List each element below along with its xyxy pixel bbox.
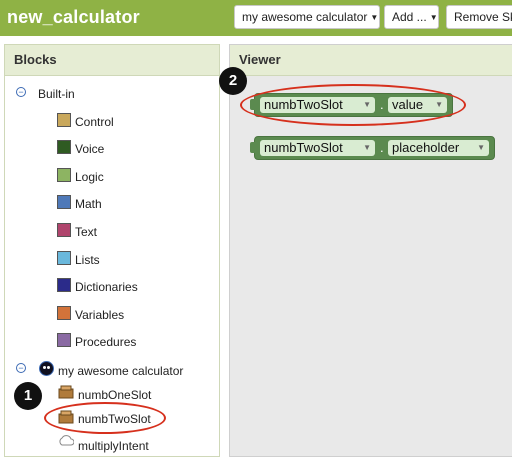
category-label: Dictionaries bbox=[75, 280, 138, 294]
chevron-down-icon: ▼ bbox=[370, 13, 379, 22]
textbox-component-icon bbox=[58, 385, 74, 399]
screen-select-label: my awesome calculator bbox=[242, 10, 368, 24]
property-getter-block[interactable]: numbTwoSlot ▼ . placeholder ▼ bbox=[250, 136, 495, 160]
chevron-down-icon: ▼ bbox=[435, 100, 443, 109]
component-dropdown[interactable]: numbTwoSlot ▼ bbox=[260, 97, 375, 113]
dictionaries-color-swatch bbox=[57, 278, 71, 292]
remove-button-label: Remove Ski bbox=[454, 10, 512, 24]
variables-color-swatch bbox=[57, 306, 71, 320]
add-button-label: Add ... bbox=[392, 10, 427, 24]
textbox-component-icon bbox=[58, 410, 74, 424]
blocks-panel-title: Blocks bbox=[5, 45, 219, 76]
top-bar: new_calculator my awesome calculator ▼ Ad… bbox=[0, 0, 512, 36]
logic-color-swatch bbox=[57, 168, 71, 182]
step-2-marker: 2 bbox=[219, 67, 247, 95]
block-connector-nub bbox=[250, 99, 256, 110]
category-label: Procedures bbox=[75, 335, 137, 349]
component-numbOneSlot[interactable]: numbOneSlot bbox=[78, 388, 151, 402]
screen-select-dropdown[interactable]: my awesome calculator ▼ bbox=[234, 5, 380, 29]
remove-screen-button[interactable]: Remove Ski bbox=[446, 5, 512, 29]
voice-color-swatch bbox=[57, 140, 71, 154]
property-dropdown-label: value bbox=[392, 97, 424, 112]
step-1-marker: 1 bbox=[14, 382, 42, 410]
chevron-down-icon: ▼ bbox=[429, 13, 438, 22]
intent-component-icon bbox=[59, 435, 74, 446]
lists-color-swatch bbox=[57, 251, 71, 265]
property-dropdown[interactable]: placeholder ▼ bbox=[388, 140, 489, 156]
procedures-color-swatch bbox=[57, 333, 71, 347]
component-dropdown-label: numbTwoSlot bbox=[264, 140, 343, 155]
category-label: Math bbox=[75, 197, 102, 211]
component-multiplyIntent[interactable]: multiplyIntent bbox=[78, 439, 149, 453]
tree-item-builtin[interactable]: Built-in bbox=[38, 87, 75, 101]
text-color-swatch bbox=[57, 223, 71, 237]
block-connector-nub bbox=[250, 142, 256, 153]
collapse-builtin-icon[interactable]: − bbox=[16, 87, 26, 97]
viewer-panel-title: Viewer bbox=[230, 45, 512, 76]
collapse-screen-icon[interactable]: − bbox=[16, 363, 26, 373]
category-label: Voice bbox=[75, 142, 105, 156]
category-label: Variables bbox=[75, 308, 125, 322]
dot-separator: . bbox=[380, 97, 384, 112]
chevron-down-icon: ▼ bbox=[363, 100, 371, 109]
component-numbTwoSlot[interactable]: numbTwoSlot bbox=[78, 412, 151, 426]
component-dropdown-label: numbTwoSlot bbox=[264, 97, 343, 112]
dot-separator: . bbox=[380, 140, 384, 155]
category-label: Logic bbox=[75, 170, 104, 184]
category-label: Control bbox=[75, 115, 114, 129]
category-label: Lists bbox=[75, 253, 100, 267]
control-color-swatch bbox=[57, 113, 71, 127]
tree-item-screen[interactable]: my awesome calculator bbox=[58, 364, 183, 378]
screen-robot-icon bbox=[39, 361, 54, 376]
math-color-swatch bbox=[57, 195, 71, 209]
component-dropdown[interactable]: numbTwoSlot ▼ bbox=[260, 140, 375, 156]
chevron-down-icon: ▼ bbox=[363, 143, 371, 152]
property-dropdown-label: placeholder bbox=[392, 140, 460, 155]
project-title: new_calculator bbox=[7, 7, 140, 27]
chevron-down-icon: ▼ bbox=[477, 143, 485, 152]
property-dropdown[interactable]: value ▼ bbox=[388, 97, 447, 113]
category-label: Text bbox=[75, 225, 98, 239]
add-screen-button[interactable]: Add ... ▼ bbox=[384, 5, 439, 29]
property-getter-block[interactable]: numbTwoSlot ▼ . value ▼ bbox=[250, 93, 453, 117]
